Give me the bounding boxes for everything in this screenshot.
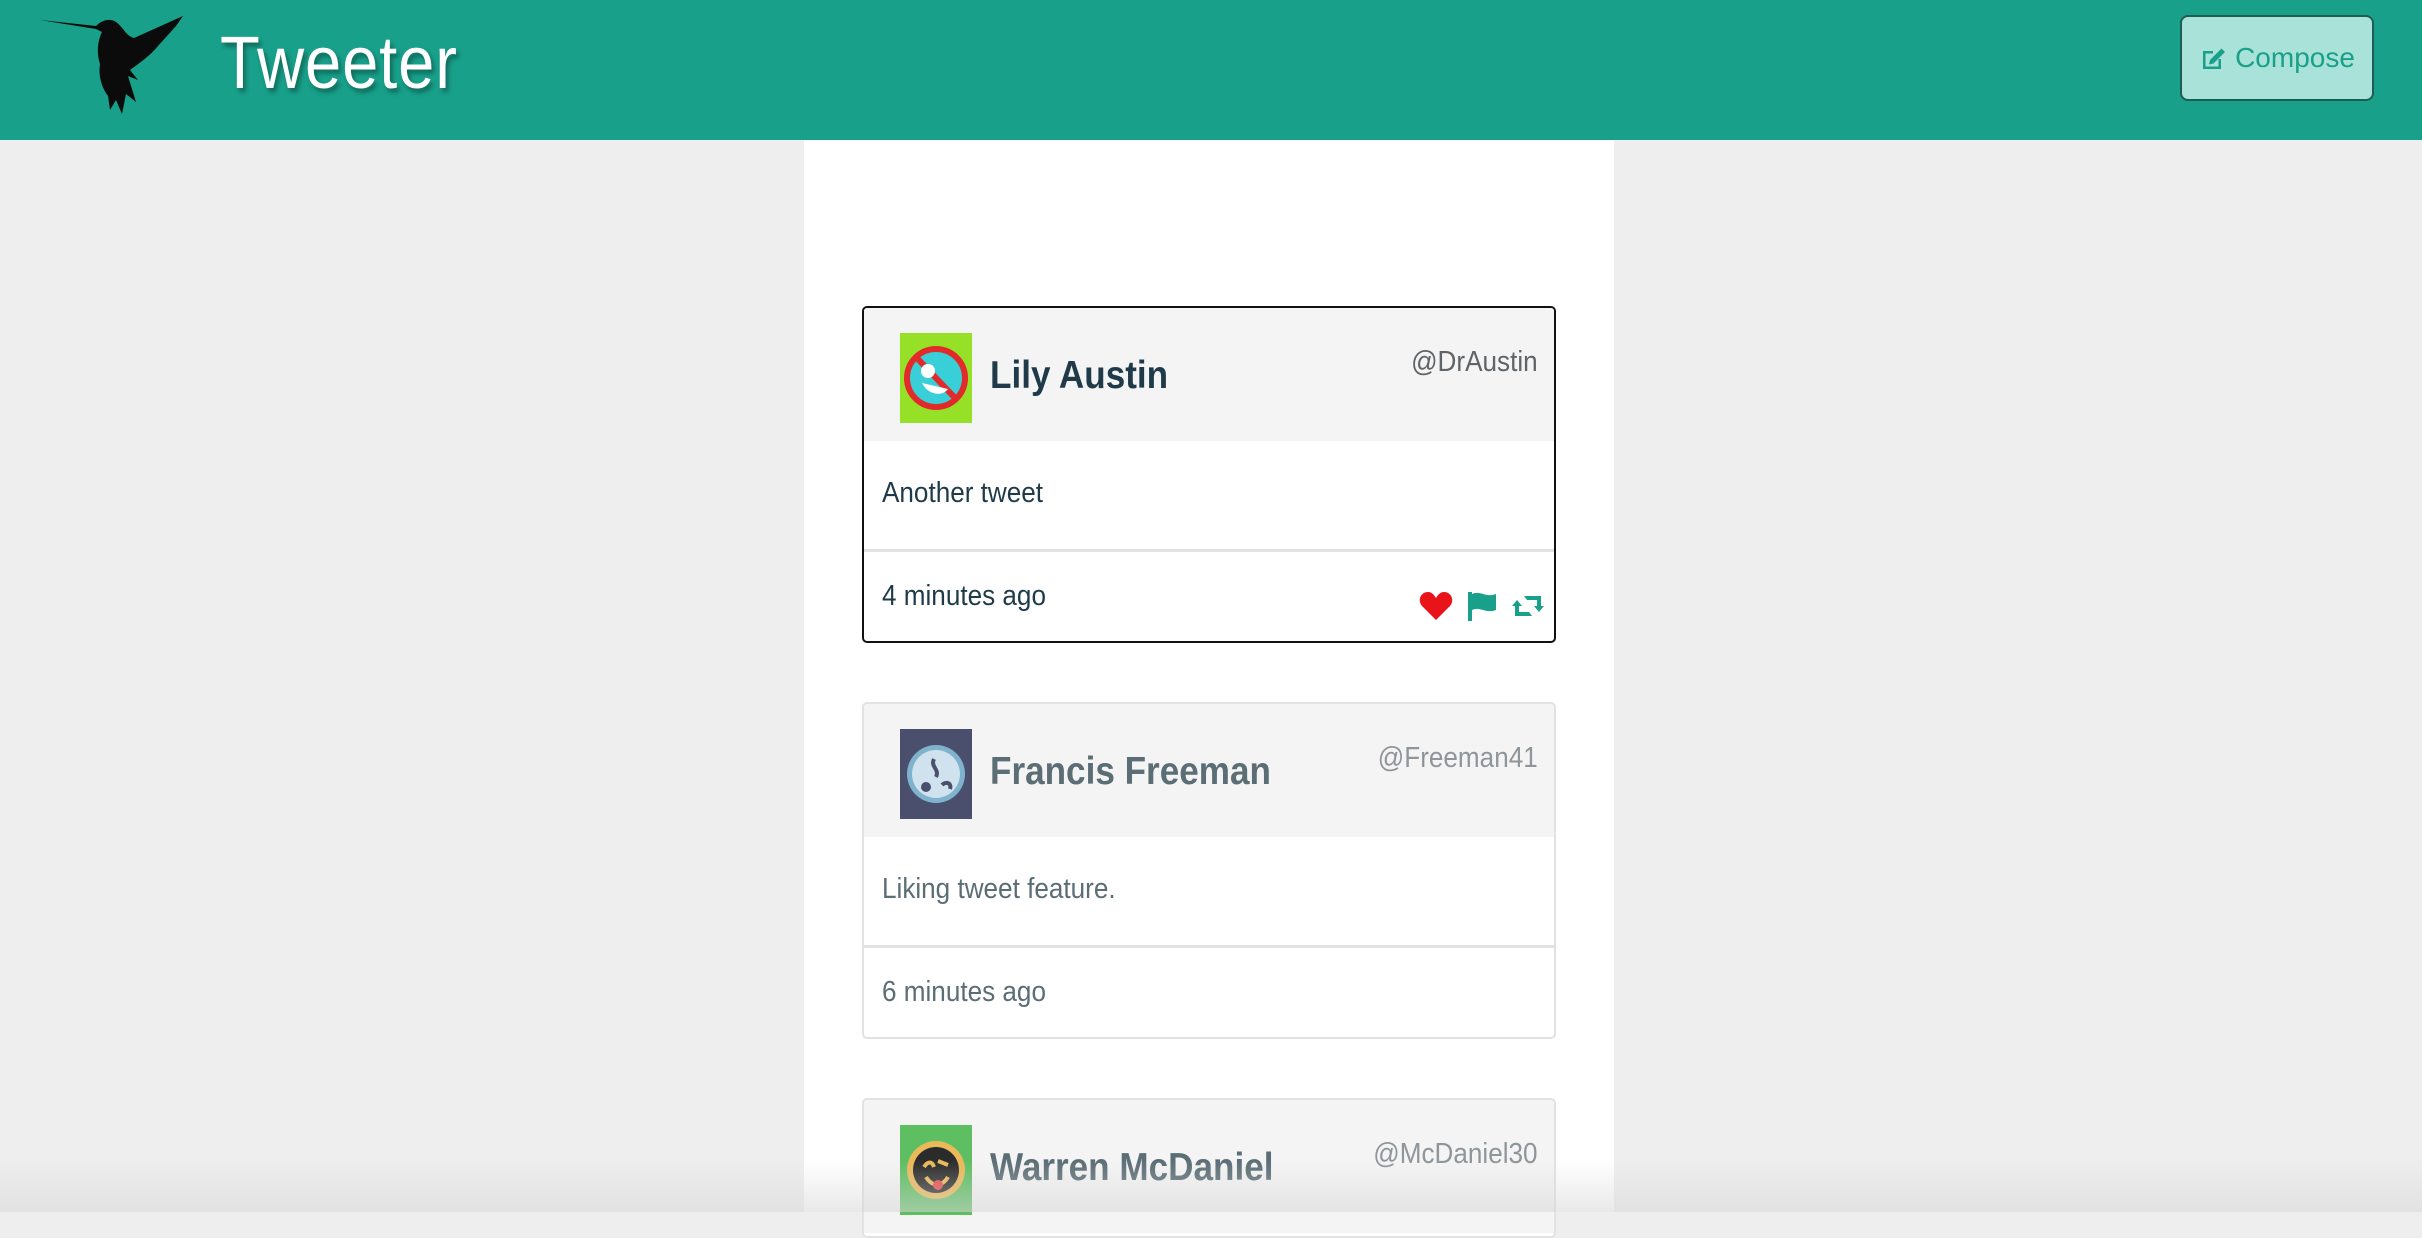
tweet-card[interactable]: Warren McDaniel @McDaniel30 (862, 1098, 1556, 1238)
tweet-actions (1418, 590, 1546, 622)
tweet-timestamp: 6 minutes ago (882, 976, 1046, 1008)
edit-icon (2203, 48, 2226, 69)
avatar[interactable] (900, 729, 972, 819)
tweet-footer: 6 minutes ago (864, 948, 1554, 1036)
heart-icon[interactable] (1418, 590, 1454, 622)
tweet-text: Liking tweet feature. (882, 873, 1116, 905)
app-title: Tweeter (220, 21, 458, 104)
tweet-header: Warren McDaniel @McDaniel30 (864, 1100, 1554, 1233)
tweet-header: Lily Austin @DrAustin (864, 308, 1554, 441)
tweet-card[interactable]: Francis Freeman @Freeman41 Liking tweet … (862, 702, 1556, 1039)
compose-label: Compose (2235, 42, 2355, 73)
tweet-footer: 4 minutes ago (864, 552, 1554, 640)
tweet-author-handle: @McDaniel30 (1373, 1138, 1538, 1170)
tweet-author-name: Francis Freeman (990, 750, 1271, 793)
tweet-text: Another tweet (882, 477, 1044, 509)
tweet-header: Francis Freeman @Freeman41 (864, 704, 1554, 837)
hummingbird-icon (40, 16, 183, 114)
feed-column: Lily Austin @DrAustin Another tweet 4 mi… (804, 140, 1614, 1238)
compose-button[interactable]: Compose (2180, 15, 2374, 101)
retweet-icon[interactable] (1510, 590, 1546, 622)
tweet-body: Liking tweet feature. (864, 837, 1554, 948)
tweet-author-handle: @Freeman41 (1378, 742, 1538, 774)
tweet-timestamp: 4 minutes ago (882, 580, 1046, 612)
tweet-author-name: Lily Austin (990, 354, 1169, 397)
avatar[interactable] (900, 333, 972, 423)
avatar[interactable] (900, 1125, 972, 1215)
tweet-card[interactable]: Lily Austin @DrAustin Another tweet 4 mi… (862, 306, 1556, 643)
flag-icon[interactable] (1464, 590, 1500, 622)
tweet-body: Another tweet (864, 441, 1554, 552)
top-navbar: Tweeter Compose (0, 0, 2422, 140)
tweet-author-name: Warren McDaniel (990, 1146, 1274, 1189)
tweet-author-handle: @DrAustin (1411, 346, 1538, 378)
